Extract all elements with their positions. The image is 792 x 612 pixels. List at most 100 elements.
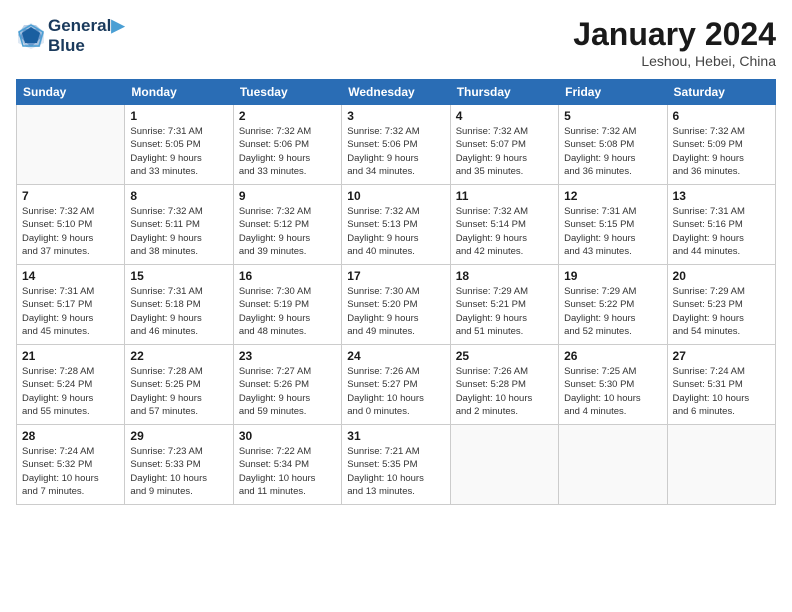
calendar-cell: 14Sunrise: 7:31 AM Sunset: 5:17 PM Dayli… xyxy=(17,265,125,345)
day-info: Sunrise: 7:32 AM Sunset: 5:14 PM Dayligh… xyxy=(456,205,553,258)
calendar-cell xyxy=(559,425,667,505)
col-thursday: Thursday xyxy=(450,80,558,105)
day-info: Sunrise: 7:25 AM Sunset: 5:30 PM Dayligh… xyxy=(564,365,661,418)
day-info: Sunrise: 7:31 AM Sunset: 5:17 PM Dayligh… xyxy=(22,285,119,338)
month-title: January 2024 xyxy=(573,16,776,53)
day-number: 3 xyxy=(347,109,444,123)
calendar-cell: 11 Sunrise: 7:32 AM Sunset: 5:14 PM Dayli… xyxy=(450,185,558,265)
calendar-cell: 30Sunrise: 7:22 AM Sunset: 5:34 PM Dayli… xyxy=(233,425,341,505)
day-number: 29 xyxy=(130,429,227,443)
calendar-cell: 20 Sunrise: 7:29 AM Sunset: 5:23 PM Dayli… xyxy=(667,265,775,345)
day-info: Sunrise: 7:29 AM Sunset: 5:23 PM Dayligh… xyxy=(673,285,770,338)
day-number: 25 xyxy=(456,349,553,363)
calendar-cell: 18 Sunrise: 7:29 AM Sunset: 5:21 PM Dayli… xyxy=(450,265,558,345)
location: Leshou, Hebei, China xyxy=(573,53,776,69)
day-info: Sunrise: 7:26 AM Sunset: 5:27 PM Dayligh… xyxy=(347,365,444,418)
calendar-cell: 21 Sunrise: 7:28 AM Sunset: 5:24 PM Dayli… xyxy=(17,345,125,425)
calendar-cell: 8 Sunrise: 7:32 AM Sunset: 5:11 PM Daylig… xyxy=(125,185,233,265)
calendar-cell: 29 Sunrise: 7:23 AM Sunset: 5:33 PM Dayli… xyxy=(125,425,233,505)
day-number: 9 xyxy=(239,189,336,203)
day-info: Sunrise: 7:23 AM Sunset: 5:33 PM Dayligh… xyxy=(130,445,227,498)
day-info: Sunrise: 7:28 AM Sunset: 5:25 PM Dayligh… xyxy=(130,365,227,418)
day-info: Sunrise: 7:32 AM Sunset: 5:06 PM Dayligh… xyxy=(347,125,444,178)
calendar-cell: 3 Sunrise: 7:32 AM Sunset: 5:06 PM Daylig… xyxy=(342,105,450,185)
day-info: Sunrise: 7:31 AM Sunset: 5:15 PM Dayligh… xyxy=(564,205,661,258)
calendar-cell: 22 Sunrise: 7:28 AM Sunset: 5:25 PM Dayli… xyxy=(125,345,233,425)
day-number: 27 xyxy=(673,349,770,363)
day-info: Sunrise: 7:22 AM Sunset: 5:34 PM Dayligh… xyxy=(239,445,336,498)
col-tuesday: Tuesday xyxy=(233,80,341,105)
day-number: 15 xyxy=(130,269,227,283)
day-number: 28 xyxy=(22,429,119,443)
calendar-cell: 12 Sunrise: 7:31 AM Sunset: 5:15 PM Dayli… xyxy=(559,185,667,265)
calendar-cell: 24 Sunrise: 7:26 AM Sunset: 5:27 PM Dayli… xyxy=(342,345,450,425)
calendar-cell: 23 Sunrise: 7:27 AM Sunset: 5:26 PM Dayli… xyxy=(233,345,341,425)
calendar-cell xyxy=(450,425,558,505)
calendar-cell: 7 Sunrise: 7:32 AM Sunset: 5:10 PM Daylig… xyxy=(17,185,125,265)
calendar-cell: 25 Sunrise: 7:26 AM Sunset: 5:28 PM Dayli… xyxy=(450,345,558,425)
calendar-header-row: Sunday Monday Tuesday Wednesday Thursday… xyxy=(17,80,776,105)
day-number: 19 xyxy=(564,269,661,283)
day-number: 17 xyxy=(347,269,444,283)
day-number: 5 xyxy=(564,109,661,123)
day-number: 24 xyxy=(347,349,444,363)
day-number: 4 xyxy=(456,109,553,123)
day-number: 7 xyxy=(22,189,119,203)
calendar-cell: 10 Sunrise: 7:32 AM Sunset: 5:13 PM Dayli… xyxy=(342,185,450,265)
page: General▶ Blue January 2024 Leshou, Hebei… xyxy=(0,0,792,612)
day-number: 31 xyxy=(347,429,444,443)
day-info: Sunrise: 7:32 AM Sunset: 5:12 PM Dayligh… xyxy=(239,205,336,258)
calendar-week-3: 14Sunrise: 7:31 AM Sunset: 5:17 PM Dayli… xyxy=(17,265,776,345)
col-wednesday: Wednesday xyxy=(342,80,450,105)
day-number: 11 xyxy=(456,189,553,203)
day-info: Sunrise: 7:29 AM Sunset: 5:21 PM Dayligh… xyxy=(456,285,553,338)
day-info: Sunrise: 7:32 AM Sunset: 5:11 PM Dayligh… xyxy=(130,205,227,258)
day-number: 20 xyxy=(673,269,770,283)
calendar-cell xyxy=(17,105,125,185)
day-number: 18 xyxy=(456,269,553,283)
calendar-cell: 15 Sunrise: 7:31 AM Sunset: 5:18 PM Dayli… xyxy=(125,265,233,345)
day-number: 12 xyxy=(564,189,661,203)
day-info: Sunrise: 7:31 AM Sunset: 5:18 PM Dayligh… xyxy=(130,285,227,338)
day-number: 10 xyxy=(347,189,444,203)
day-info: Sunrise: 7:31 AM Sunset: 5:16 PM Dayligh… xyxy=(673,205,770,258)
col-saturday: Saturday xyxy=(667,80,775,105)
day-number: 23 xyxy=(239,349,336,363)
day-number: 8 xyxy=(130,189,227,203)
calendar-cell: 19Sunrise: 7:29 AM Sunset: 5:22 PM Dayli… xyxy=(559,265,667,345)
day-number: 21 xyxy=(22,349,119,363)
col-monday: Monday xyxy=(125,80,233,105)
day-number: 22 xyxy=(130,349,227,363)
day-info: Sunrise: 7:30 AM Sunset: 5:19 PM Dayligh… xyxy=(239,285,336,338)
calendar-week-1: 1 Sunrise: 7:31 AM Sunset: 5:05 PM Daylig… xyxy=(17,105,776,185)
day-number: 2 xyxy=(239,109,336,123)
calendar-cell: 6Sunrise: 7:32 AM Sunset: 5:09 PM Daylig… xyxy=(667,105,775,185)
calendar-week-2: 7 Sunrise: 7:32 AM Sunset: 5:10 PM Daylig… xyxy=(17,185,776,265)
header: General▶ Blue January 2024 Leshou, Hebei… xyxy=(16,16,776,69)
day-info: Sunrise: 7:32 AM Sunset: 5:06 PM Dayligh… xyxy=(239,125,336,178)
calendar-cell: 13 Sunrise: 7:31 AM Sunset: 5:16 PM Dayli… xyxy=(667,185,775,265)
day-info: Sunrise: 7:26 AM Sunset: 5:28 PM Dayligh… xyxy=(456,365,553,418)
day-number: 16 xyxy=(239,269,336,283)
day-info: Sunrise: 7:24 AM Sunset: 5:31 PM Dayligh… xyxy=(673,365,770,418)
calendar-cell: 1 Sunrise: 7:31 AM Sunset: 5:05 PM Daylig… xyxy=(125,105,233,185)
day-info: Sunrise: 7:32 AM Sunset: 5:10 PM Dayligh… xyxy=(22,205,119,258)
day-info: Sunrise: 7:21 AM Sunset: 5:35 PM Dayligh… xyxy=(347,445,444,498)
calendar-cell: 17Sunrise: 7:30 AM Sunset: 5:20 PM Dayli… xyxy=(342,265,450,345)
day-info: Sunrise: 7:27 AM Sunset: 5:26 PM Dayligh… xyxy=(239,365,336,418)
title-area: January 2024 Leshou, Hebei, China xyxy=(573,16,776,69)
col-friday: Friday xyxy=(559,80,667,105)
day-info: Sunrise: 7:32 AM Sunset: 5:09 PM Dayligh… xyxy=(673,125,770,178)
day-info: Sunrise: 7:24 AM Sunset: 5:32 PM Dayligh… xyxy=(22,445,119,498)
day-info: Sunrise: 7:32 AM Sunset: 5:07 PM Dayligh… xyxy=(456,125,553,178)
day-info: Sunrise: 7:32 AM Sunset: 5:13 PM Dayligh… xyxy=(347,205,444,258)
day-info: Sunrise: 7:31 AM Sunset: 5:05 PM Dayligh… xyxy=(130,125,227,178)
calendar-cell: 9 Sunrise: 7:32 AM Sunset: 5:12 PM Daylig… xyxy=(233,185,341,265)
calendar-cell: 16 Sunrise: 7:30 AM Sunset: 5:19 PM Dayli… xyxy=(233,265,341,345)
day-number: 13 xyxy=(673,189,770,203)
calendar-cell: 4 Sunrise: 7:32 AM Sunset: 5:07 PM Daylig… xyxy=(450,105,558,185)
calendar-cell xyxy=(667,425,775,505)
day-number: 1 xyxy=(130,109,227,123)
day-info: Sunrise: 7:28 AM Sunset: 5:24 PM Dayligh… xyxy=(22,365,119,418)
day-number: 26 xyxy=(564,349,661,363)
